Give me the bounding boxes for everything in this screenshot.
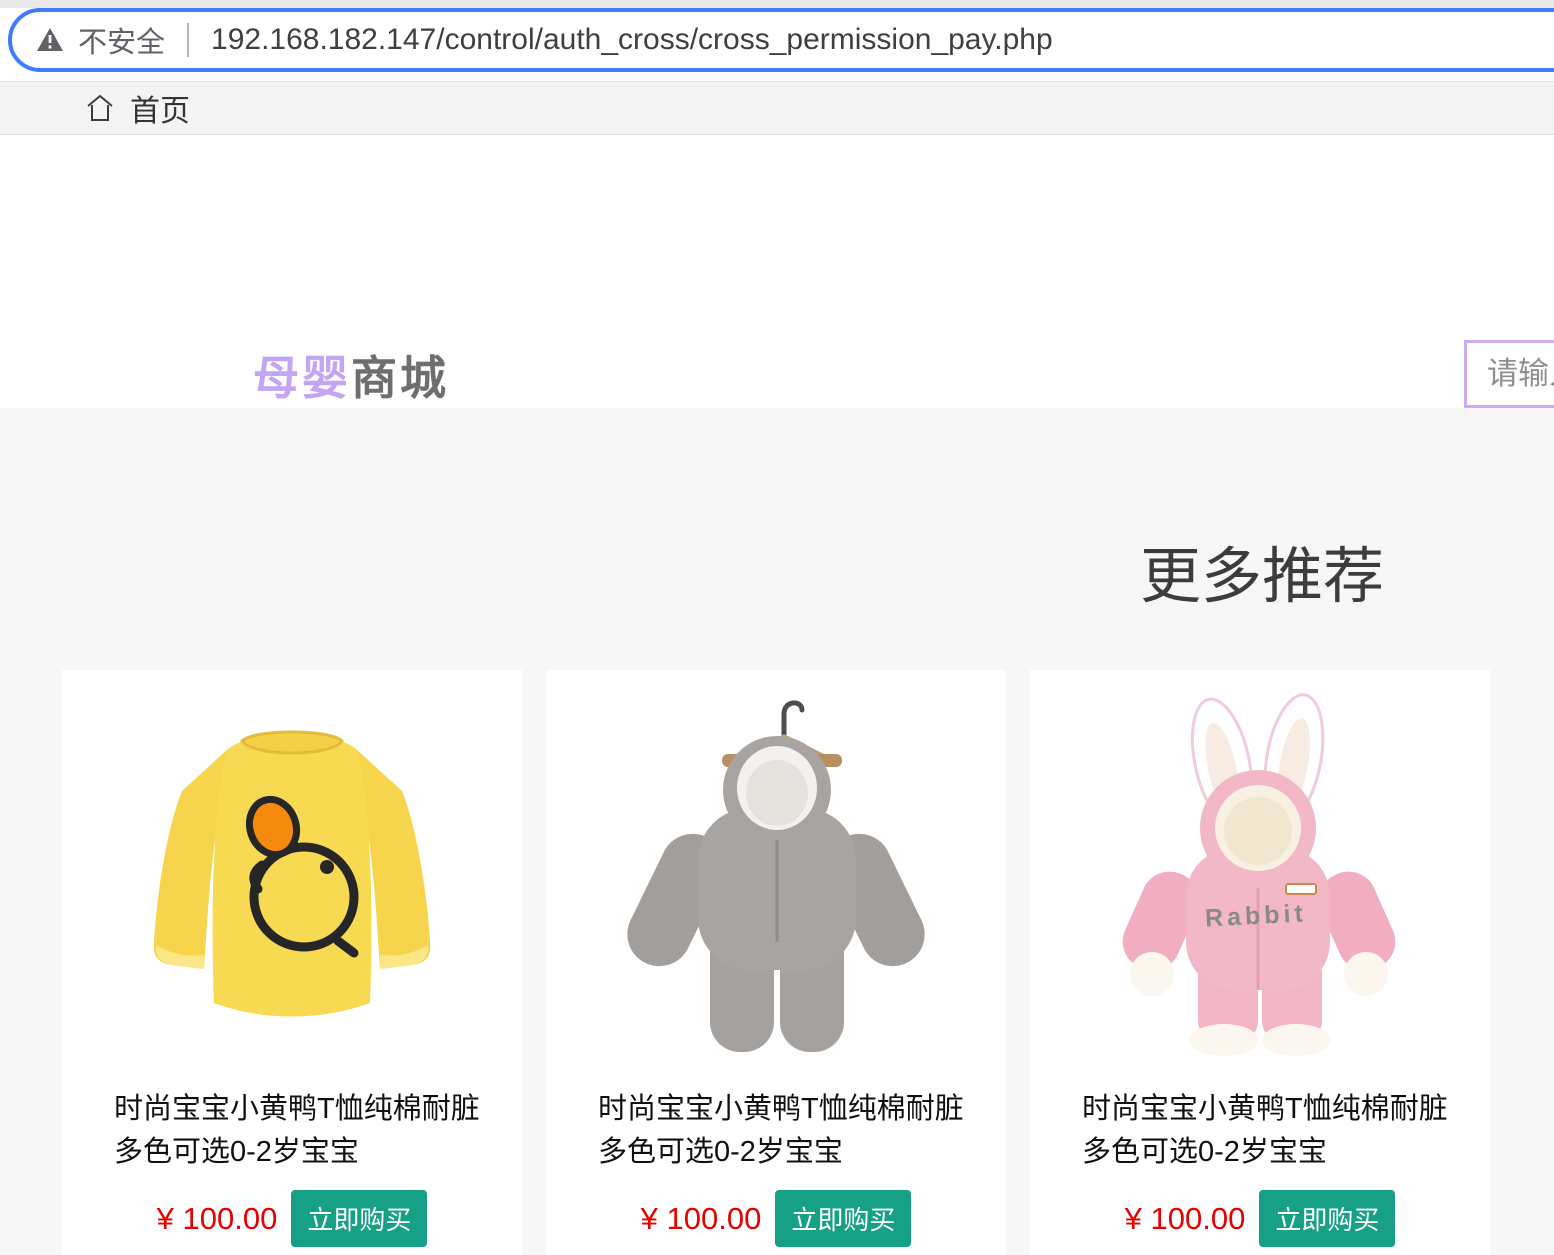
recommend-section: 更多推荐 时尚宝宝小黄鸭T恤纯棉耐脏多色可选0-2岁宝宝 ¥ 100.00 立即… xyxy=(0,408,1554,1255)
buy-now-button[interactable]: 立即购买 xyxy=(775,1190,912,1247)
search-input[interactable] xyxy=(1464,340,1554,408)
address-bar[interactable]: 不安全 192.168.182.147/control/auth_cross/c… xyxy=(8,8,1554,72)
buy-now-button[interactable]: 立即购买 xyxy=(1259,1190,1396,1247)
product-price: ¥ 100.00 xyxy=(1124,1200,1246,1236)
logo-part-2: 商城 xyxy=(351,352,449,404)
product-title[interactable]: 时尚宝宝小黄鸭T恤纯棉耐脏多色可选0-2岁宝宝 xyxy=(1082,1088,1450,1174)
product-image-pink-rabbit-romper[interactable]: Rabbit xyxy=(1030,670,1490,1080)
top-strip xyxy=(0,0,1554,8)
product-card[interactable]: Rabbit 时尚宝宝小黄鸭T恤纯棉耐脏多色可选0-2岁宝宝 ¥ 100.00 … xyxy=(1030,670,1490,1255)
product-title[interactable]: 时尚宝宝小黄鸭T恤纯棉耐脏多色可选0-2岁宝宝 xyxy=(598,1088,966,1174)
breadcrumb: 首页 xyxy=(0,81,1554,135)
warning-icon[interactable] xyxy=(36,27,64,53)
product-title[interactable]: 时尚宝宝小黄鸭T恤纯棉耐脏多色可选0-2岁宝宝 xyxy=(114,1088,482,1174)
address-separator xyxy=(187,23,190,57)
url-text[interactable]: 192.168.182.147/control/auth_cross/cross… xyxy=(211,23,1053,57)
product-card[interactable]: 时尚宝宝小黄鸭T恤纯棉耐脏多色可选0-2岁宝宝 ¥ 100.00 立即购买 xyxy=(546,670,1006,1255)
product-card[interactable]: 时尚宝宝小黄鸭T恤纯棉耐脏多色可选0-2岁宝宝 ¥ 100.00 立即购买 xyxy=(62,670,522,1255)
site-logo[interactable]: 母婴商城 xyxy=(253,342,449,408)
home-icon[interactable] xyxy=(84,92,116,124)
price-row: ¥ 100.00 立即购买 xyxy=(62,1190,522,1247)
security-label[interactable]: 不安全 xyxy=(78,19,165,61)
price-row: ¥ 100.00 立即购买 xyxy=(1030,1190,1490,1247)
logo-part-1: 母婴 xyxy=(253,352,351,404)
section-title: 更多推荐 xyxy=(1140,542,1385,610)
product-price: ¥ 100.00 xyxy=(640,1200,762,1236)
product-image-gray-fleece-romper[interactable] xyxy=(546,670,1006,1080)
breadcrumb-home-link[interactable]: 首页 xyxy=(130,86,190,130)
product-price: ¥ 100.00 xyxy=(156,1200,278,1236)
page: 不安全 192.168.182.147/control/auth_cross/c… xyxy=(0,0,1554,1255)
site-header: 母婴商城 所有商品 今日团购 母婴资讯 关于我们 xyxy=(0,136,1554,528)
product-image-yellow-duck-tshirt[interactable] xyxy=(62,670,522,1080)
buy-now-button[interactable]: 立即购买 xyxy=(291,1190,428,1247)
price-row: ¥ 100.00 立即购买 xyxy=(546,1190,1006,1247)
garment-text: Rabbit xyxy=(1204,899,1308,933)
